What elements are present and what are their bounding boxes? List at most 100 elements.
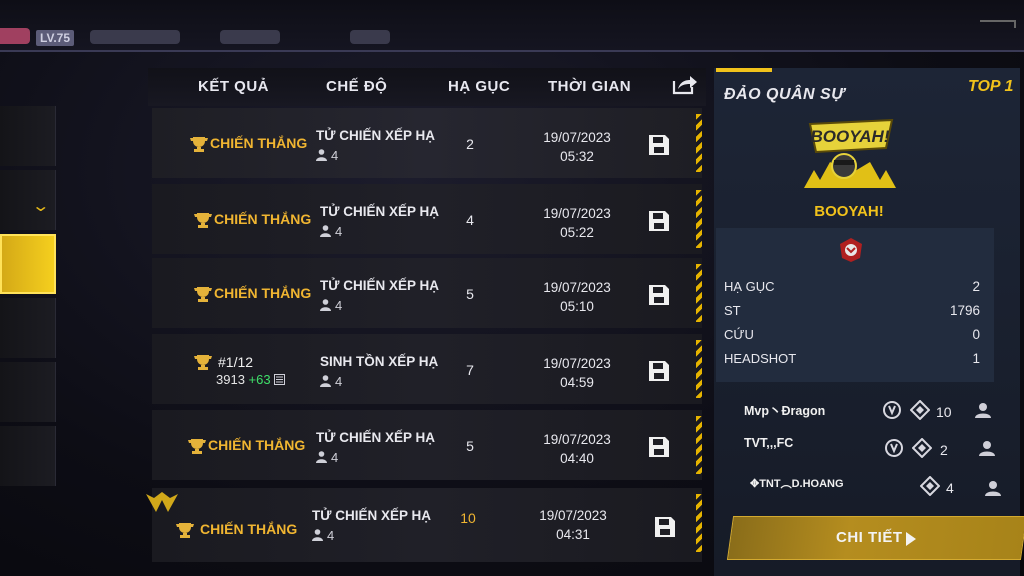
nav-item-6[interactable] — [0, 426, 56, 486]
rank-placement: #1/12 — [218, 354, 254, 370]
trophy-icon — [190, 137, 208, 152]
players-count: 4 — [335, 374, 343, 389]
mode-label: TỬ CHIẾN XẾP HẠ — [316, 430, 435, 445]
kills-value: 5 — [466, 438, 474, 454]
teammate-name: TVT,,,FC — [744, 436, 794, 450]
mvp-wing-icon — [146, 492, 178, 512]
booyah-logo: BOOYAH! — [804, 118, 896, 188]
kills-value: 5 — [466, 286, 474, 302]
teammate-kills: 2 — [940, 442, 948, 458]
profile-badge[interactable] — [0, 28, 30, 44]
medal-icon — [885, 439, 903, 457]
save-icon[interactable] — [648, 284, 670, 306]
match-row[interactable]: CHIẾN THẮNG TỬ CHIẾN XẾP HẠ 4 5 19/07/20… — [152, 410, 702, 480]
currency-diamond — [220, 30, 280, 44]
match-time: 05:10 — [560, 299, 594, 314]
match-date: 19/07/2023 — [539, 508, 607, 523]
nav-item-active[interactable] — [0, 234, 56, 294]
stat-revive-label: CỨU — [724, 327, 754, 342]
details-button-label[interactable]: CHI TIẾT — [836, 529, 903, 546]
trophy-icon — [194, 355, 212, 370]
squad-size: 4 — [316, 450, 338, 465]
save-icon[interactable] — [648, 436, 670, 458]
kills-value: 10 — [460, 510, 476, 526]
nav-item-4[interactable] — [0, 298, 56, 358]
save-icon[interactable] — [648, 360, 670, 382]
header-kills: HẠ GỤC — [448, 78, 511, 95]
result-label: CHIẾN THẮNG — [214, 285, 312, 301]
stat-headshot-value: 1 — [972, 351, 980, 366]
squad-size: 4 — [316, 148, 338, 163]
teammate-kills: 4 — [946, 480, 954, 496]
save-icon[interactable] — [654, 516, 676, 538]
kill-icon — [920, 476, 940, 496]
wolf-badge-icon — [840, 238, 862, 262]
match-row[interactable]: CHIẾN THẮNG TỬ CHIẾN XẾP HẠ 4 2 19/07/20… — [152, 108, 702, 178]
match-datetime: 19/07/2023 04:31 — [528, 506, 618, 544]
trophy-icon — [188, 439, 206, 454]
add-friend-icon[interactable] — [974, 400, 994, 420]
nav-item-5[interactable] — [0, 362, 56, 422]
match-row[interactable]: #1/12 3913 +63 SINH TỒN XẾP HẠ 4 7 19/07… — [152, 334, 702, 404]
teammate-name: Mvp丶Ðragon — [744, 404, 826, 418]
teammate-kills: 10 — [936, 404, 952, 420]
stat-damage-value: 1796 — [949, 303, 980, 318]
players-count: 4 — [331, 148, 339, 163]
trophy-icon — [194, 287, 212, 302]
save-icon[interactable] — [648, 210, 670, 232]
play-arrow-icon[interactable] — [906, 532, 916, 546]
person-icon — [320, 225, 331, 237]
mode-label: SINH TỒN XẾP HẠ — [320, 354, 439, 369]
match-date: 19/07/2023 — [543, 130, 611, 145]
match-row[interactable]: CHIẾN THẮNG TỬ CHIẾN XẾP HẠ 4 10 19/07/2… — [152, 488, 702, 562]
nav-item-1[interactable] — [0, 106, 56, 166]
header-result: KẾT QUẢ — [198, 78, 269, 95]
row-stripe — [696, 416, 702, 474]
squad-size: 4 — [320, 224, 342, 239]
row-stripe — [696, 190, 702, 248]
row-stripe — [696, 114, 702, 172]
stat-kills-value: 2 — [972, 279, 980, 294]
person-icon — [312, 529, 323, 541]
match-datetime: 19/07/2023 05:32 — [532, 128, 622, 166]
kills-value: 2 — [466, 136, 474, 152]
trophy-icon — [176, 523, 194, 538]
details-icon — [274, 374, 286, 385]
add-friend-icon[interactable] — [984, 478, 1004, 498]
result-title: BOOYAH! — [814, 203, 884, 220]
match-datetime: 19/07/2023 05:22 — [532, 204, 622, 242]
kills-value: 4 — [466, 212, 474, 228]
map-name: ĐẢO QUÂN SỰ — [724, 86, 845, 103]
person-icon — [316, 149, 327, 161]
mode-label: TỬ CHIẾN XẾP HẠ — [316, 128, 435, 143]
match-row[interactable]: CHIẾN THẮNG TỬ CHIẾN XẾP HẠ 4 4 19/07/20… — [152, 184, 702, 254]
result-label: CHIẾN THẮNG — [208, 437, 306, 453]
person-icon — [320, 299, 331, 311]
add-friend-icon[interactable] — [978, 438, 998, 458]
match-date: 19/07/2023 — [543, 432, 611, 447]
kill-icon — [912, 438, 932, 458]
person-icon — [320, 375, 331, 387]
top-emblem — [350, 30, 390, 44]
match-time: 04:40 — [560, 451, 594, 466]
top-bar — [0, 0, 1024, 52]
kill-icon — [910, 400, 930, 420]
match-time: 04:31 — [556, 527, 590, 542]
stat-revive-value: 0 — [972, 327, 980, 342]
share-icon[interactable] — [672, 73, 698, 95]
match-date: 19/07/2023 — [543, 206, 611, 221]
chevron-down-icon[interactable]: ⌄ — [31, 196, 50, 216]
squad-size: 4 — [312, 528, 334, 543]
save-icon[interactable] — [648, 134, 670, 156]
panel-accent — [716, 68, 772, 72]
stats-scroll-fade[interactable] — [724, 374, 990, 382]
stat-kills-label: HẠ GỤC — [724, 279, 775, 294]
players-count: 4 — [335, 224, 343, 239]
mode-label: TỬ CHIẾN XẾP HẠ — [320, 204, 439, 219]
row-stripe — [696, 340, 702, 398]
match-date: 19/07/2023 — [543, 280, 611, 295]
match-row[interactable]: CHIẾN THẮNG TỬ CHIẾN XẾP HẠ 4 5 19/07/20… — [152, 258, 702, 328]
person-icon — [316, 451, 327, 463]
match-datetime: 19/07/2023 04:40 — [532, 430, 622, 468]
match-date: 19/07/2023 — [543, 356, 611, 371]
